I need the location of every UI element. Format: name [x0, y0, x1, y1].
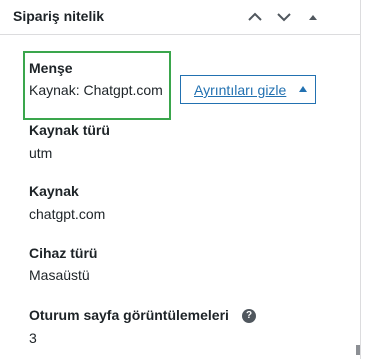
source-label: Kaynak [29, 183, 79, 199]
source-value: chatgpt.com [29, 206, 106, 222]
move-up-button[interactable] [244, 6, 266, 28]
order-attribution-panel: Sipariş nitelik Menşe Kaynak: Chatgpt.co… [0, 0, 361, 359]
device-type-value: Masaüstü [29, 267, 90, 283]
move-down-button[interactable] [273, 6, 295, 28]
origin-label: Menşe [29, 60, 73, 76]
device-type-label: Cihaz türü [29, 245, 98, 261]
help-icon[interactable]: ? [242, 309, 256, 323]
panel-header: Sipariş nitelik [0, 0, 360, 35]
session-page-views-value: 3 [29, 330, 37, 346]
hide-details-button[interactable]: Ayrıntıları gizle [180, 75, 316, 104]
origin-value: Kaynak: Chatgpt.com [29, 82, 163, 98]
panel-title: Sipariş nitelik [13, 8, 105, 24]
hide-details-label: Ayrıntıları gizle [194, 82, 287, 98]
toggle-panel-button[interactable] [302, 6, 324, 28]
chevron-down-icon [277, 13, 291, 22]
session-page-views-label: Oturum sayfa görüntülemeleri [29, 307, 229, 323]
source-type-label: Kaynak türü [29, 122, 110, 138]
source-type-value: utm [29, 145, 53, 161]
triangle-up-icon [299, 86, 307, 92]
scrollbar-thumb[interactable] [356, 345, 360, 355]
chevron-up-icon [248, 12, 262, 21]
triangle-up-icon [309, 15, 317, 20]
